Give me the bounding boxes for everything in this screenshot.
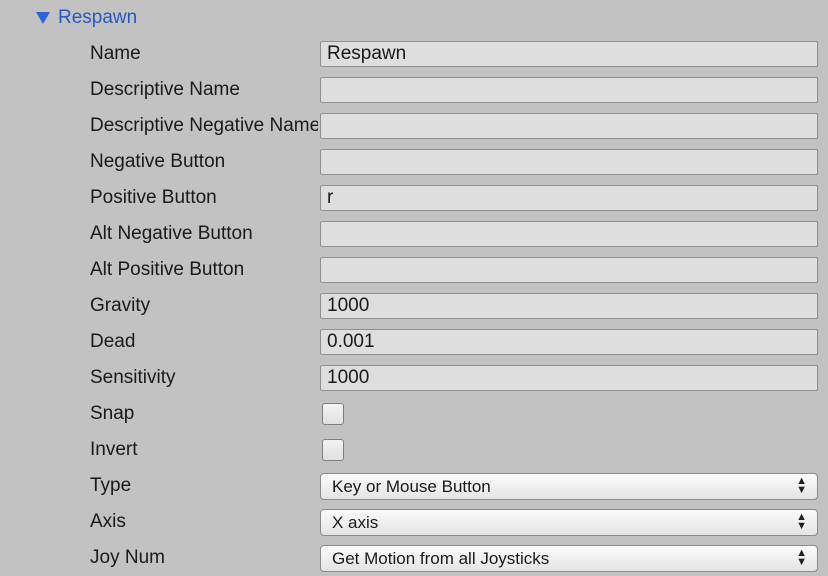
row-positive-button: Positive Button r (0, 180, 828, 216)
label-invert: Invert (90, 439, 138, 460)
row-dead: Dead 0.001 (0, 324, 828, 360)
invert-checkbox[interactable] (322, 439, 344, 461)
row-sensitivity: Sensitivity 1000 (0, 360, 828, 396)
descriptive-negative-name-field[interactable] (320, 113, 818, 139)
foldout-header-respawn[interactable]: Respawn (36, 6, 137, 30)
label-type: Type (90, 475, 132, 496)
label-snap: Snap (90, 403, 135, 424)
type-dropdown-value: Key or Mouse Button (332, 477, 491, 496)
type-dropdown[interactable]: Key or Mouse Button ▲ ▼ (320, 473, 818, 500)
row-gravity: Gravity 1000 (0, 288, 828, 324)
axis-dropdown-value: X axis (332, 513, 379, 532)
alt-negative-button-field[interactable] (320, 221, 818, 247)
snap-checkbox[interactable] (322, 403, 344, 425)
row-snap: Snap (0, 396, 828, 432)
label-joy-num: Joy Num (90, 547, 165, 568)
label-descriptive-negative-name: Descriptive Negative Name (90, 115, 318, 136)
label-alt-positive-button: Alt Positive Button (90, 259, 245, 280)
negative-button-field[interactable] (320, 149, 818, 175)
row-name: Name Respawn (0, 36, 828, 72)
row-descriptive-name: Descriptive Name (0, 72, 828, 108)
foldout-title: Respawn (58, 7, 138, 28)
row-axis: Axis X axis ▲ ▼ (0, 504, 828, 540)
row-joy-num: Joy Num Get Motion from all Joysticks ▲ ▼ (0, 540, 828, 576)
label-dead: Dead (90, 331, 136, 352)
alt-positive-button-field[interactable] (320, 257, 818, 283)
row-invert: Invert (0, 432, 828, 468)
label-positive-button: Positive Button (90, 187, 217, 208)
positive-button-field[interactable]: r (320, 185, 818, 211)
row-descriptive-negative-name: Descriptive Negative Name (0, 108, 828, 144)
joy-num-dropdown[interactable]: Get Motion from all Joysticks ▲ ▼ (320, 545, 818, 572)
up-down-arrows-icon: ▲ ▼ (796, 511, 807, 532)
foldout-arrow-icon[interactable] (36, 12, 50, 24)
gravity-field[interactable]: 1000 (320, 293, 818, 319)
row-type: Type Key or Mouse Button ▲ ▼ (0, 468, 828, 504)
label-alt-negative-button: Alt Negative Button (90, 223, 253, 244)
label-descriptive-name: Descriptive Name (90, 79, 240, 100)
label-sensitivity: Sensitivity (90, 367, 176, 388)
up-down-arrows-icon: ▲ ▼ (796, 475, 807, 496)
row-alt-negative-button: Alt Negative Button (0, 216, 828, 252)
row-negative-button: Negative Button (0, 144, 828, 180)
label-gravity: Gravity (90, 295, 151, 316)
axis-dropdown[interactable]: X axis ▲ ▼ (320, 509, 818, 536)
name-field[interactable]: Respawn (320, 41, 818, 67)
sensitivity-field[interactable]: 1000 (320, 365, 818, 391)
descriptive-name-field[interactable] (320, 77, 818, 103)
dead-field[interactable]: 0.001 (320, 329, 818, 355)
up-down-arrows-icon: ▲ ▼ (796, 547, 807, 568)
label-axis: Axis (90, 511, 126, 532)
row-alt-positive-button: Alt Positive Button (0, 252, 828, 288)
label-negative-button: Negative Button (90, 151, 226, 172)
joy-num-dropdown-value: Get Motion from all Joysticks (332, 549, 550, 568)
label-name: Name (90, 43, 141, 64)
